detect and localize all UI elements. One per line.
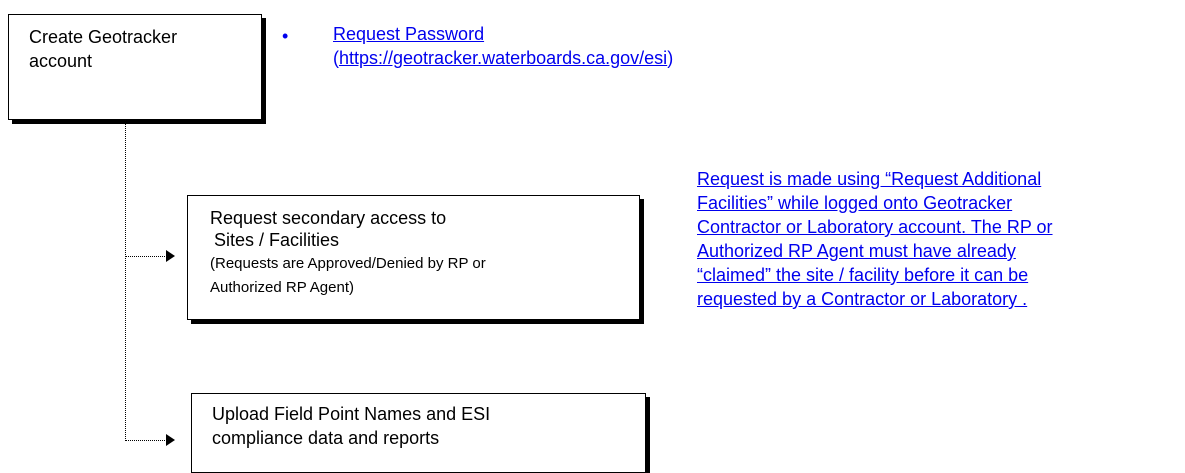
connector-to-secondary [125, 256, 167, 257]
create-account-box: Create Geotracker account [8, 14, 262, 120]
upload-box: Upload Field Point Names and ESI complia… [191, 393, 646, 473]
connector-to-upload [125, 440, 167, 441]
create-account-label: Create Geotracker account [29, 27, 178, 71]
note-line5: “claimed” the site / facility before it … [697, 265, 1029, 285]
secondary-access-line2: Sites / Facilities [214, 230, 340, 250]
secondary-access-line3: (Requests are Approved/Denied by RP or [210, 255, 486, 272]
url-close-paren: ) [667, 48, 674, 68]
secondary-access-line4: Authorized RP Agent) [210, 279, 354, 296]
note-line1: Request is made using “Request Additiona… [697, 169, 1042, 189]
secondary-access-box: Request secondary access to Sites / Faci… [187, 195, 640, 320]
request-password-link[interactable]: Request Password [333, 22, 484, 46]
upload-line2: compliance data and reports [212, 428, 440, 448]
geotracker-esi-url-link[interactable]: https://geotracker.waterboards.ca.gov/es… [339, 48, 667, 68]
password-url-line: (https://geotracker.waterboards.ca.gov/e… [333, 46, 673, 70]
note-line2: Facilities” while logged onto Geotracker [697, 193, 1013, 213]
arrow-to-secondary [166, 250, 175, 262]
request-facilities-note-link[interactable]: Request is made using “Request Additiona… [697, 167, 1183, 311]
note-line3: Contractor or Laboratory account. The RP… [697, 217, 1053, 237]
bullet-icon: • [282, 26, 289, 46]
secondary-access-line1: Request secondary access to [210, 208, 447, 228]
upload-line1: Upload Field Point Names and ESI [212, 404, 491, 424]
note-line6: requested by a Contractor or Laboratory … [697, 289, 1028, 309]
arrow-to-upload [166, 434, 175, 446]
note-line4: Authorized RP Agent must have already [697, 241, 1016, 261]
connector-vertical [125, 99, 126, 441]
